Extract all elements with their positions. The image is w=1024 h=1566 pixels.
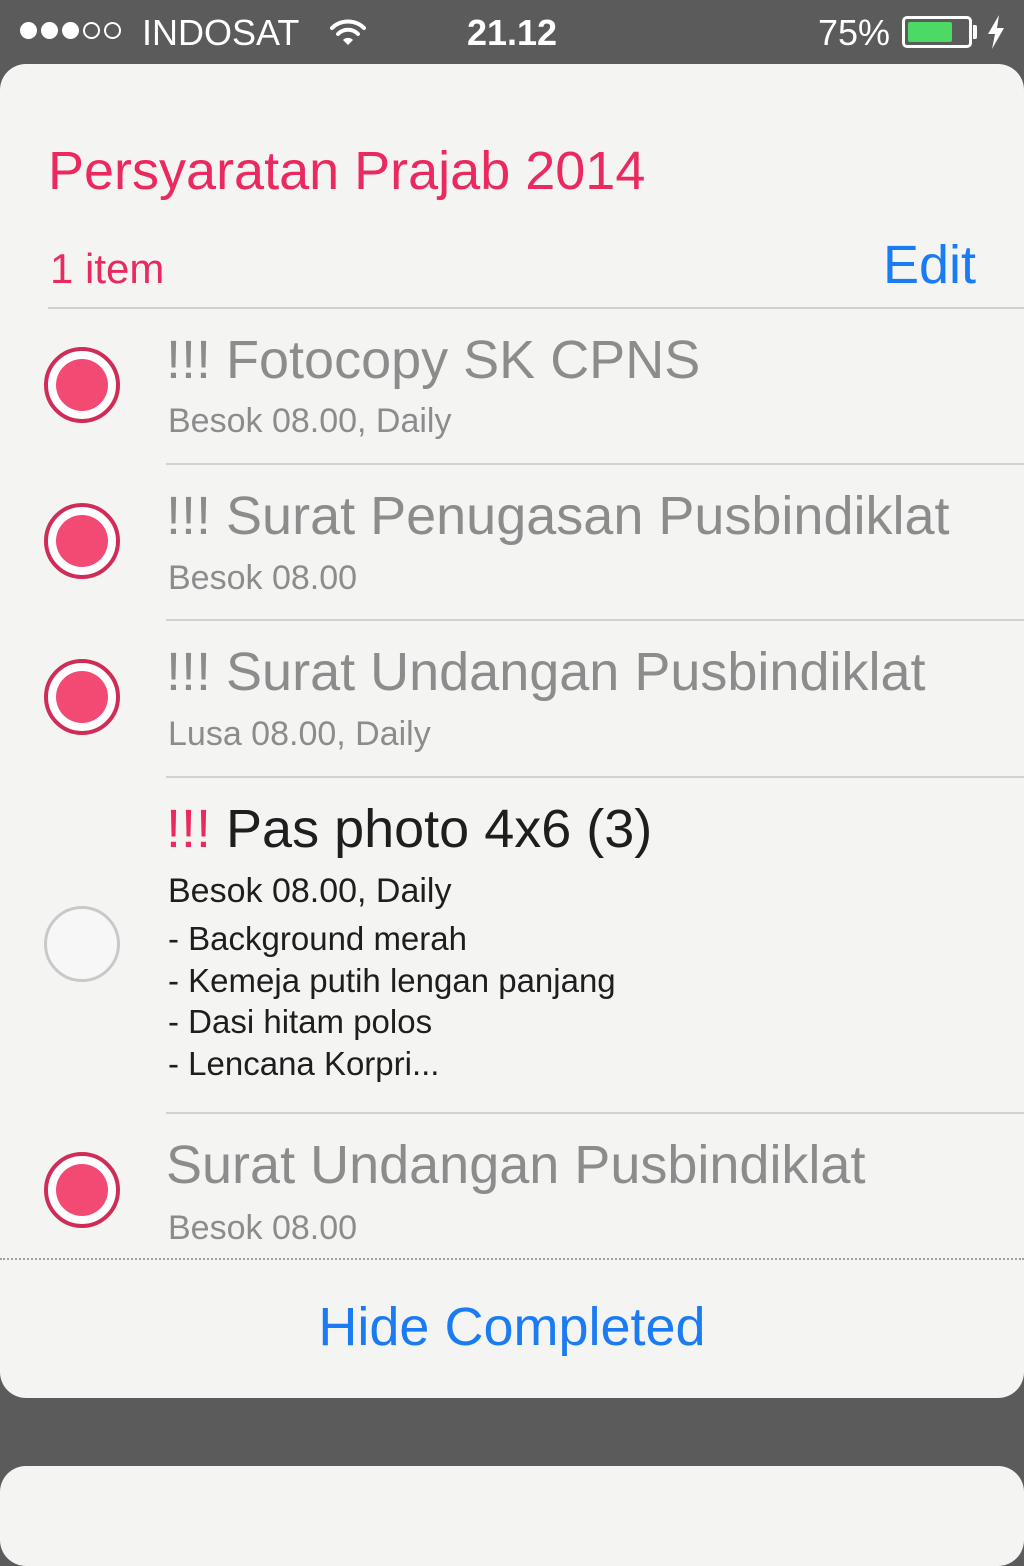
priority-marker: !!! bbox=[166, 486, 212, 546]
note-line: - Lencana Korpri... bbox=[168, 1044, 440, 1082]
reminder-item[interactable]: !!! Pas photo 4x6 (3) Besok 08.00, Daily… bbox=[0, 778, 1024, 1112]
reminder-title-text: Surat Undangan Pusbindiklat bbox=[166, 1135, 866, 1195]
reminder-title[interactable]: !!! Surat Undangan Pusbindiklat bbox=[166, 641, 926, 703]
reminder-title-text: Surat Penugasan Pusbindiklat bbox=[226, 486, 950, 546]
reminder-title[interactable]: !!! Pas photo 4x6 (3) bbox=[166, 798, 652, 860]
incomplete-checkbox[interactable] bbox=[44, 906, 120, 982]
list-title: Persyaratan Prajab 2014 bbox=[48, 141, 646, 201]
reminder-title-text: Pas photo 4x6 (3) bbox=[226, 799, 653, 859]
reminder-item[interactable]: Surat Undangan Pusbindiklat Besok 08.00 bbox=[0, 1114, 1024, 1258]
battery-icon bbox=[902, 16, 972, 48]
note-line: - Background merah bbox=[168, 920, 467, 957]
charging-bolt-icon bbox=[988, 15, 1004, 49]
reminder-due-date: Besok 08.00 bbox=[168, 1209, 358, 1247]
status-bar: INDOSAT 21.12 75% bbox=[0, 0, 1024, 64]
reminder-title-text: Fotocopy SK CPNS bbox=[226, 330, 701, 390]
reminder-notes: - Background merah - Kemeja putih lengan… bbox=[168, 918, 616, 1084]
header-divider bbox=[48, 307, 1024, 309]
reminder-due-date: Besok 08.00, Daily bbox=[168, 402, 452, 440]
priority-marker: !!! bbox=[166, 642, 212, 702]
reminder-due-date: Lusa 08.00, Daily bbox=[168, 715, 431, 753]
priority-marker: !!! bbox=[166, 799, 212, 859]
priority-marker: !!! bbox=[166, 330, 212, 390]
note-line: - Kemeja putih lengan panjang bbox=[168, 961, 616, 999]
reminder-item[interactable]: !!! Fotocopy SK CPNS Besok 08.00, Daily bbox=[0, 310, 1024, 464]
reminder-due-date: Besok 08.00, Daily bbox=[168, 872, 452, 910]
completed-checkbox[interactable] bbox=[44, 1152, 120, 1228]
reminders-list-card: Persyaratan Prajab 2014 1 item Edit !!! … bbox=[0, 64, 1024, 1398]
battery-percentage: 75% bbox=[817, 12, 890, 53]
reminder-item[interactable]: !!! Surat Undangan Pusbindiklat Lusa 08.… bbox=[0, 621, 1024, 776]
reminder-item[interactable]: !!! Surat Penugasan Pusbindiklat Besok 0… bbox=[0, 465, 1024, 620]
completed-checkbox[interactable] bbox=[44, 347, 120, 423]
reminder-title-text: Surat Undangan Pusbindiklat bbox=[226, 642, 926, 702]
reminder-title[interactable]: !!! Fotocopy SK CPNS bbox=[166, 329, 700, 391]
battery-tip bbox=[973, 25, 977, 39]
completed-divider bbox=[0, 1258, 1024, 1260]
reminder-due-date: Besok 08.00 bbox=[168, 559, 358, 597]
completed-checkbox[interactable] bbox=[44, 503, 120, 579]
edit-button[interactable]: Edit bbox=[883, 234, 976, 296]
item-count: 1 item bbox=[50, 245, 165, 292]
battery-level-fill bbox=[908, 22, 952, 42]
note-line: - Dasi hitam polos bbox=[168, 1003, 433, 1040]
reminder-title[interactable]: Surat Undangan Pusbindiklat bbox=[166, 1134, 865, 1196]
reminder-title[interactable]: !!! Surat Penugasan Pusbindiklat bbox=[166, 485, 950, 547]
next-list-card[interactable] bbox=[0, 1466, 1024, 1566]
completed-checkbox[interactable] bbox=[44, 659, 120, 735]
hide-completed-button[interactable]: Hide Completed bbox=[0, 1296, 1024, 1358]
